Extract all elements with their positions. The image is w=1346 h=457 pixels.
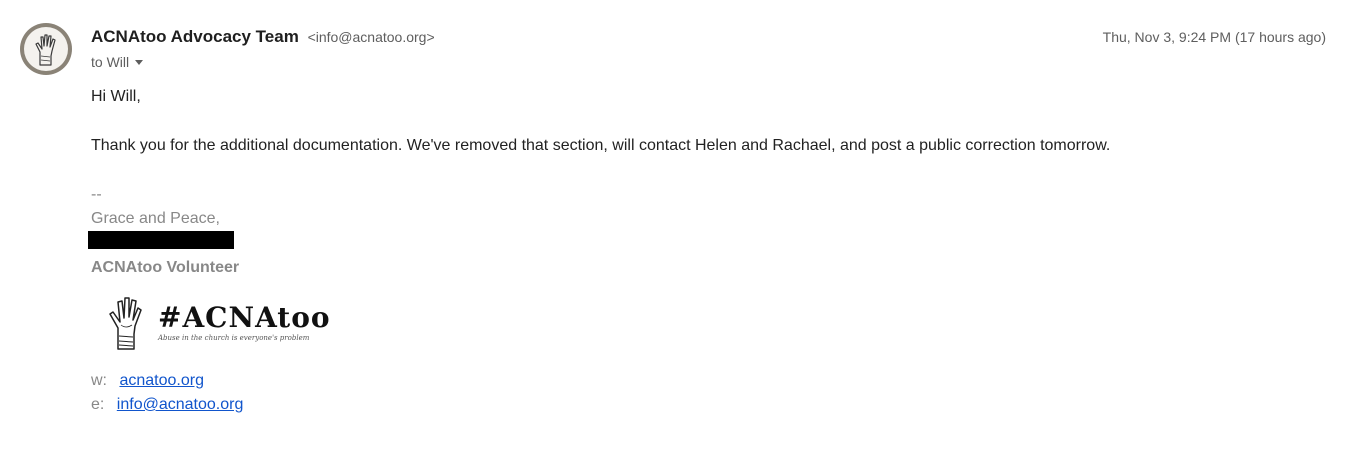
sender-line: ACNAtoo Advocacy Team <info@acnatoo.org>	[91, 27, 435, 47]
acnatoo-logo: #ACNAtoo Abuse in the church is everyone…	[106, 294, 331, 350]
email-label: e:	[91, 396, 105, 413]
sender-email: <info@acnatoo.org>	[307, 29, 435, 45]
raised-hand-icon	[109, 297, 142, 350]
message-timestamp: Thu, Nov 3, 9:24 PM (17 hours ago)	[1102, 29, 1326, 45]
email-link[interactable]: info@acnatoo.org	[117, 396, 244, 413]
greeting: Hi Will,	[91, 88, 141, 105]
recipient-details-toggle[interactable]: to Will	[91, 54, 144, 70]
chevron-down-icon	[135, 60, 144, 65]
signature-closing: Grace and Peace,	[91, 210, 220, 227]
redacted-name	[88, 231, 234, 249]
sender-avatar[interactable]	[20, 23, 72, 75]
message-paragraph: Thank you for the additional documentati…	[91, 137, 1111, 154]
sender-name[interactable]: ACNAtoo Advocacy Team	[91, 27, 299, 46]
website-link[interactable]: acnatoo.org	[119, 372, 204, 389]
recipient-label: to Will	[91, 54, 130, 70]
raised-hand-icon	[24, 27, 68, 71]
logo-title: #ACNAtoo	[158, 301, 331, 334]
signature-delimiter: --	[91, 186, 102, 203]
website-label: w:	[91, 372, 107, 389]
signature-role: ACNAtoo Volunteer	[91, 259, 240, 276]
contact-website: w: acnatoo.org	[91, 372, 204, 390]
contact-email: e: info@acnatoo.org	[91, 396, 243, 414]
logo-tagline: Abuse in the church is everyone's proble…	[158, 334, 310, 342]
